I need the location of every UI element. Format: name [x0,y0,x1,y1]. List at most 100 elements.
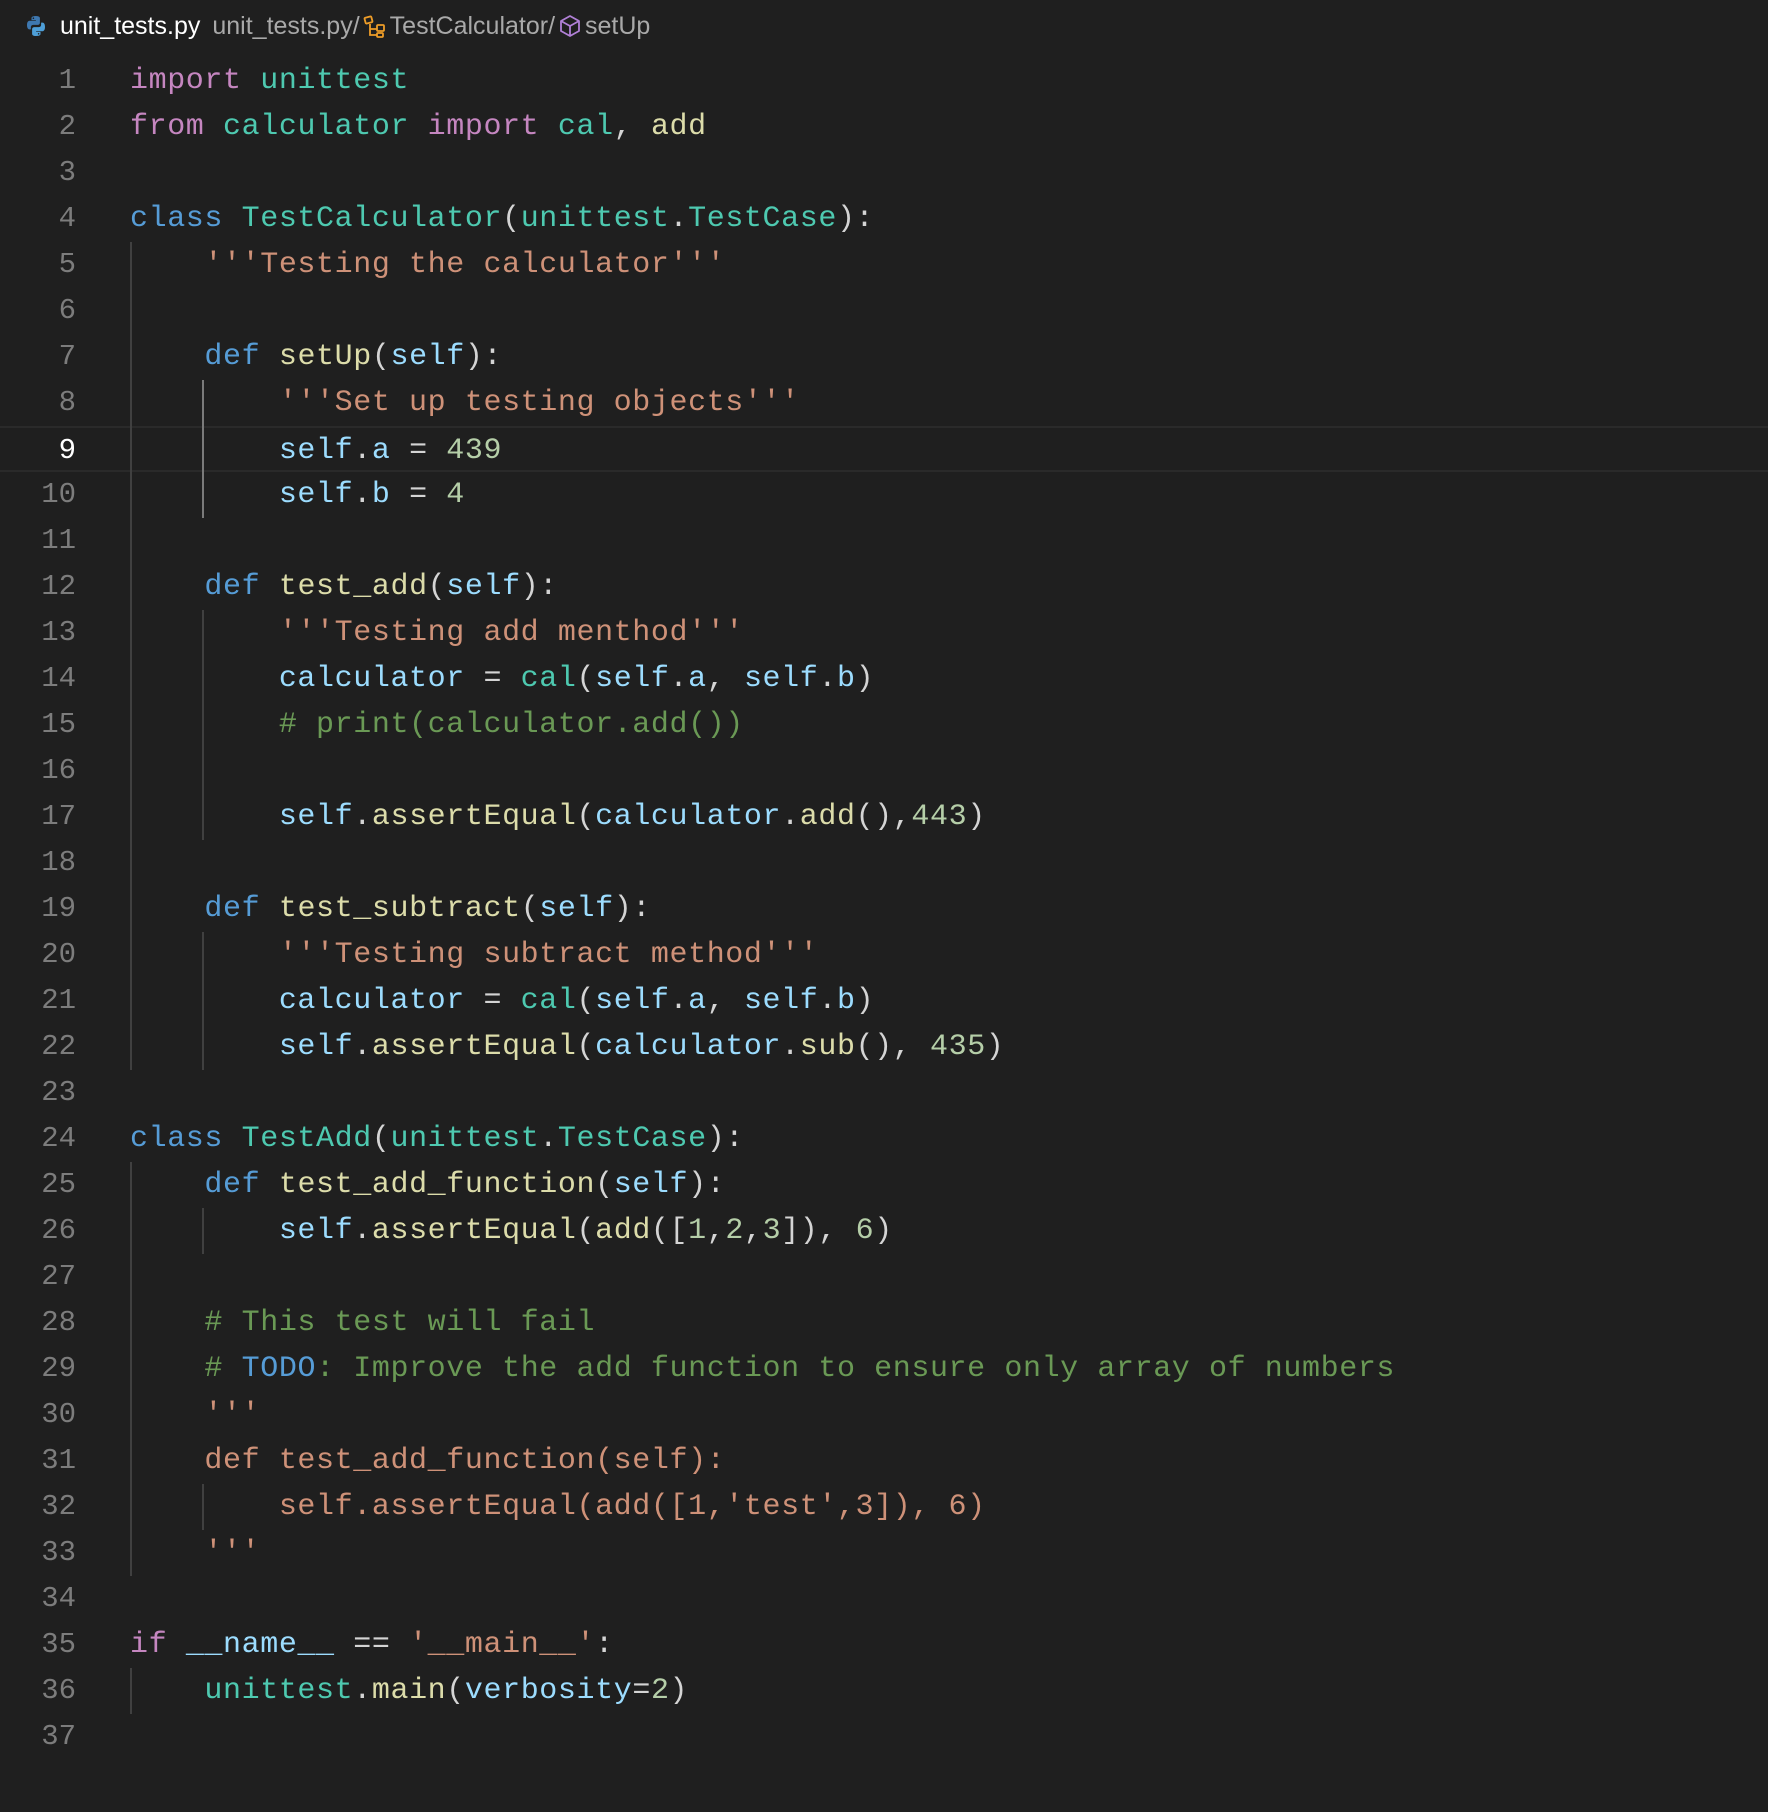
code-line[interactable]: 9 self.a = 439 [0,426,1768,472]
code-line[interactable]: 28 # This test will fail [0,1300,1768,1346]
code-line[interactable]: 3 [0,150,1768,196]
code-token: '''Testing add menthod''' [278,616,744,650]
code-token: add [799,800,856,834]
code-line[interactable]: 12 def test_add(self): [0,564,1768,610]
code-line[interactable]: 19 def test_subtract(self): [0,886,1768,932]
code-token: = [390,478,447,512]
code-line[interactable]: 10 self.b = 4 [0,472,1768,518]
code-line[interactable]: 11 [0,518,1768,564]
code-line[interactable]: 22 self.assertEqual(calculator.sub(), 43… [0,1024,1768,1070]
code-line[interactable]: 8 '''Set up testing objects''' [0,380,1768,426]
code-token: TestAdd [241,1122,372,1156]
breadcrumb-file-name[interactable]: unit_tests.py [60,12,200,41]
code-line[interactable]: 6 [0,288,1768,334]
code-token: calculator [595,800,782,834]
code-token: self [278,478,354,512]
code-line[interactable]: 7 def setUp(self): [0,334,1768,380]
code-token: self [446,570,521,604]
code-token: TestCase [557,1122,707,1156]
code-token: . [539,1122,558,1156]
code-token: cal [520,984,577,1018]
code-text: calculator = cal(self.a, self.b) [130,656,874,702]
code-token: ''' [204,1398,261,1432]
code-token: (), [855,1030,930,1064]
code-token: test_subtract [278,892,521,926]
code-token: ) [985,1030,1005,1064]
code-line[interactable]: 32 self.assertEqual(add([1,'test',3]), 6… [0,1484,1768,1530]
line-number: 4 [58,202,76,235]
code-line[interactable]: 14 calculator = cal(self.a, self.b) [0,656,1768,702]
code-line[interactable]: 34 [0,1576,1768,1622]
line-number: 8 [58,386,76,419]
code-line[interactable]: 15 # print(calculator.add()) [0,702,1768,748]
code-token: ([ [650,1214,689,1248]
code-line[interactable]: 5 '''Testing the calculator''' [0,242,1768,288]
code-token: if [130,1628,168,1662]
line-number: 6 [58,294,76,327]
code-token: a [688,984,707,1018]
line-number: 18 [41,846,76,879]
code-line[interactable]: 24 class TestAdd(unittest.TestCase): [0,1116,1768,1162]
code-token: self [613,1168,689,1202]
code-token: == [334,1628,410,1662]
code-text: unittest.main(verbosity=2) [130,1668,688,1714]
code-text: '''Set up testing objects''' [130,380,800,426]
code-line[interactable]: 1 import unittest [0,58,1768,104]
code-token: ) [669,1674,689,1708]
code-token: ''' [204,1536,261,1570]
breadcrumb-item-class[interactable]: TestCalculator/ [390,12,555,41]
code-token: ( [371,1122,391,1156]
code-line[interactable]: 27 [0,1254,1768,1300]
code-line[interactable]: 36 unittest.main(verbosity=2) [0,1668,1768,1714]
code-line[interactable]: 23 [0,1070,1768,1116]
code-line[interactable]: 17 self.assertEqual(calculator.add(),443… [0,794,1768,840]
code-line[interactable]: 4 class TestCalculator(unittest.TestCase)… [0,196,1768,242]
breadcrumb-item-file[interactable]: unit_tests.py/ [212,12,359,41]
code-line[interactable]: 31 def test_add_function(self): [0,1438,1768,1484]
code-line[interactable]: 25 def test_add_function(self): [0,1162,1768,1208]
code-line[interactable]: 33 ''' [0,1530,1768,1576]
code-line[interactable]: 20 '''Testing subtract method''' [0,932,1768,978]
indent-guide [130,242,132,1070]
code-token: self [390,340,465,374]
code-line[interactable]: 16 [0,748,1768,794]
code-text: self.b = 4 [130,472,465,518]
line-number: 36 [41,1674,76,1707]
code-text: # TODO: Improve the add function to ensu… [130,1346,1395,1392]
code-line[interactable]: 2 from calculator import cal, add [0,104,1768,150]
code-line[interactable]: 29 # TODO: Improve the add function to e… [0,1346,1768,1392]
code-text: def test_add_function(self): [130,1162,725,1208]
code-token: ( [502,202,521,236]
code-line[interactable]: 21 calculator = cal(self.a, self.b) [0,978,1768,1024]
code-token: import [130,64,242,98]
code-line[interactable]: 35 if __name__ == '__main__': [0,1622,1768,1668]
line-number: 34 [41,1582,76,1615]
code-text: self.assertEqual(calculator.add(),443) [130,794,986,840]
code-line[interactable]: 26 self.assertEqual(add([1,2,3]), 6) [0,1208,1768,1254]
code-editor[interactable]: 1 import unittest 2 from calculator import … [0,58,1768,1798]
line-number: 14 [41,662,76,695]
code-token: unittest [204,1674,354,1708]
code-text: class TestAdd(unittest.TestCase): [130,1116,744,1162]
code-line[interactable]: 30 ''' [0,1392,1768,1438]
code-line[interactable]: 13 '''Testing add menthod''' [0,610,1768,656]
line-number: 21 [41,984,76,1017]
line-number: 3 [58,156,76,189]
code-token: 439 [446,434,503,468]
code-token: ) [855,984,875,1018]
code-line[interactable]: 37 [0,1714,1768,1760]
code-line[interactable]: 18 [0,840,1768,886]
breadcrumb-item-method[interactable]: setUp [585,12,650,41]
code-token: = [464,662,521,696]
line-number: 7 [58,340,76,373]
